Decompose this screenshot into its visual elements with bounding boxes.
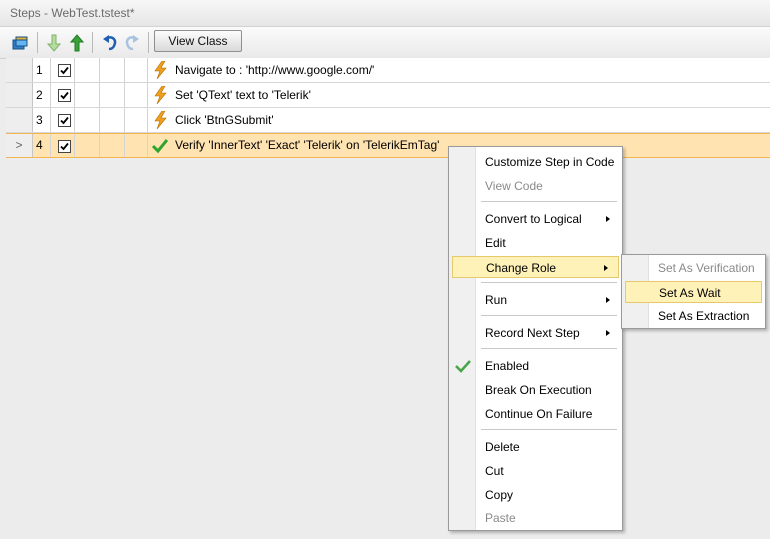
menu-item-convert-to-logical[interactable]: Convert to Logical [451, 208, 620, 230]
row-header[interactable]: > [6, 134, 33, 157]
menu-item-label: Record Next Step [485, 326, 580, 340]
enabled-checkbox[interactable] [58, 114, 71, 127]
table-row[interactable]: 3 Click 'BtnGSubmit' [6, 108, 770, 133]
table-row[interactable]: 1 Navigate to : 'http://www.google.com/' [6, 58, 770, 83]
menu-item-label: Customize Step in Code [485, 155, 615, 169]
column-divider [99, 58, 100, 82]
lightning-icon [152, 85, 168, 105]
menu-item-set-as-verification: Set As Verification [624, 257, 763, 279]
window-title: Steps - WebTest.tstest* [10, 6, 135, 20]
step-number: 2 [33, 83, 51, 107]
enabled-checkbox[interactable] [58, 140, 71, 153]
menu-item-label: Set As Extraction [658, 309, 750, 323]
menu-item-label: Break On Execution [485, 383, 592, 397]
step-description: Click 'BtnGSubmit' [175, 113, 274, 127]
menu-separator [481, 429, 617, 430]
menu-item-paste: Paste [451, 507, 620, 529]
menu-item-view-code: View Code [451, 175, 620, 197]
menu-separator [481, 282, 617, 283]
menu-item-continue-on-failure[interactable]: Continue On Failure [451, 403, 620, 425]
menu-item-label: Cut [485, 464, 504, 478]
title-bar: Steps - WebTest.tstest* [0, 0, 770, 27]
move-down-arrow-icon[interactable] [43, 32, 65, 54]
lightning-icon [152, 60, 168, 80]
undo-icon[interactable] [99, 32, 121, 54]
menu-item-cut[interactable]: Cut [451, 460, 620, 482]
menu-item-edit[interactable]: Edit [451, 232, 620, 254]
checkmark-icon [455, 358, 471, 380]
menu-item-break-on-execution[interactable]: Break On Execution [451, 379, 620, 401]
menu-item-label: Change Role [486, 261, 557, 275]
submenu-arrow-icon [604, 265, 608, 271]
menu-item-customize-step-in-code[interactable]: Customize Step in Code [451, 151, 620, 173]
layers-icon[interactable] [10, 32, 32, 54]
submenu-arrow-icon [606, 330, 610, 336]
move-up-arrow-icon[interactable] [66, 32, 88, 54]
menu-item-record-next-step[interactable]: Record Next Step [451, 322, 620, 344]
row-header[interactable] [6, 108, 33, 132]
step-number: 1 [33, 58, 51, 82]
toolbar-separator [92, 32, 93, 53]
menu-item-delete[interactable]: Delete [451, 436, 620, 458]
column-divider [99, 108, 100, 132]
submenu-arrow-icon [606, 216, 610, 222]
menu-item-label: Continue On Failure [485, 407, 593, 421]
column-divider [99, 134, 100, 157]
menu-item-copy[interactable]: Copy [451, 484, 620, 506]
column-divider [124, 108, 125, 132]
menu-item-label: Paste [485, 511, 516, 525]
step-description: Set 'QText' text to 'Telerik' [175, 88, 311, 102]
column-divider [74, 134, 75, 157]
table-row[interactable]: 2 Set 'QText' text to 'Telerik' [6, 83, 770, 108]
step-description: Verify 'InnerText' 'Exact' 'Telerik' on … [175, 138, 440, 152]
menu-separator [481, 201, 617, 202]
menu-item-label: Convert to Logical [485, 212, 582, 226]
context-menu: Customize Step in Code View Code Convert… [448, 146, 623, 531]
menu-separator [481, 348, 617, 349]
redo-icon[interactable] [121, 32, 143, 54]
table-row-selected[interactable]: > 4 Verify 'InnerText' 'Exact' 'Telerik'… [6, 133, 770, 158]
menu-item-set-as-wait[interactable]: Set As Wait [625, 281, 762, 303]
step-number: 4 [33, 134, 51, 157]
column-divider [147, 83, 148, 107]
column-divider [124, 134, 125, 157]
column-divider [147, 108, 148, 132]
column-divider [147, 134, 148, 157]
column-divider [99, 83, 100, 107]
step-description: Navigate to : 'http://www.google.com/' [175, 63, 375, 77]
row-header[interactable] [6, 58, 33, 82]
column-divider [74, 58, 75, 82]
enabled-checkbox[interactable] [58, 89, 71, 102]
lightning-icon [152, 110, 168, 130]
column-divider [124, 58, 125, 82]
step-number: 3 [33, 108, 51, 132]
row-header[interactable] [6, 83, 33, 107]
menu-item-set-as-extraction[interactable]: Set As Extraction [624, 305, 763, 327]
menu-item-run[interactable]: Run [451, 289, 620, 311]
menu-item-label: Set As Wait [659, 286, 721, 300]
green-check-icon [151, 137, 169, 155]
column-divider [74, 83, 75, 107]
column-divider [147, 58, 148, 82]
menu-item-label: Set As Verification [658, 261, 755, 275]
change-role-submenu: Set As Verification Set As Wait Set As E… [621, 254, 766, 329]
menu-item-label: Copy [485, 488, 514, 502]
menu-item-label: Delete [485, 440, 520, 454]
view-class-button[interactable]: View Class [154, 30, 242, 52]
menu-item-enabled[interactable]: Enabled [451, 355, 620, 377]
menu-item-label: View Code [485, 179, 543, 193]
steps-grid: 1 Navigate to : 'http://www.google.com/'… [6, 58, 770, 158]
toolbar-separator [37, 32, 38, 53]
enabled-checkbox[interactable] [58, 64, 71, 77]
menu-separator [481, 315, 617, 316]
menu-item-label: Edit [485, 236, 506, 250]
menu-item-label: Enabled [485, 359, 530, 373]
menu-item-label: Run [485, 293, 508, 307]
toolbar: View Class [0, 27, 770, 59]
column-divider [74, 108, 75, 132]
toolbar-separator [148, 32, 149, 53]
column-divider [124, 83, 125, 107]
submenu-arrow-icon [606, 297, 610, 303]
menu-item-change-role[interactable]: Change Role [452, 256, 619, 278]
